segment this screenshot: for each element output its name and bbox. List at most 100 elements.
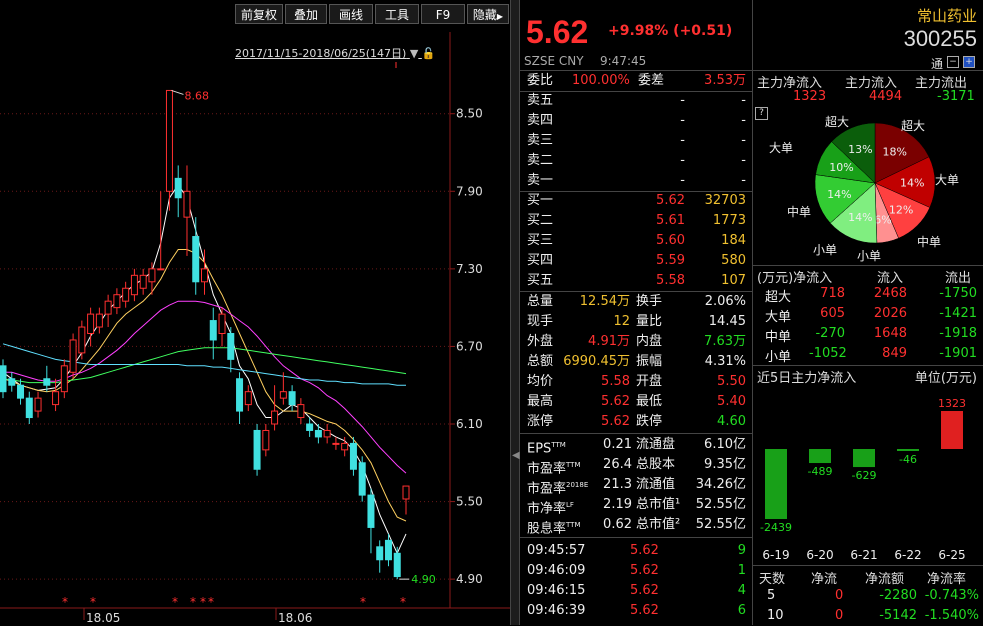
candle-body[interactable] bbox=[183, 190, 191, 218]
candle-body[interactable] bbox=[192, 236, 200, 283]
ask-row: 卖二 - - bbox=[520, 151, 752, 171]
candle-body[interactable] bbox=[78, 326, 86, 354]
pie-slice-label: 超大 bbox=[825, 114, 849, 129]
fundamental-row: EPSTTM 0.21 流通盘 6.10亿 bbox=[520, 435, 752, 456]
candle-body[interactable] bbox=[165, 89, 173, 192]
summary-days: 10 bbox=[767, 608, 784, 623]
event-star-marker[interactable]: * bbox=[90, 595, 96, 609]
candle-body[interactable] bbox=[139, 274, 147, 289]
order-type: 超大 bbox=[765, 290, 792, 305]
candle-body[interactable] bbox=[25, 397, 33, 419]
flow-table-row: 小单 -1052 849 -1901 bbox=[757, 346, 982, 365]
candle-body[interactable] bbox=[122, 287, 130, 302]
bid-row: 买五 5.58 107 bbox=[520, 271, 752, 291]
candle-body[interactable] bbox=[271, 410, 279, 425]
candle-body[interactable] bbox=[314, 429, 322, 438]
event-star-marker[interactable]: * bbox=[400, 595, 406, 609]
event-star-marker[interactable]: * bbox=[190, 595, 196, 609]
candle-body[interactable] bbox=[332, 442, 340, 445]
bid-price: 5.62 bbox=[656, 193, 685, 208]
candle-body[interactable] bbox=[227, 333, 235, 360]
panel-splitter[interactable]: ◀ bbox=[510, 0, 520, 625]
minus-icon[interactable]: − bbox=[947, 56, 959, 68]
bid-price: 5.61 bbox=[656, 213, 685, 228]
stat-label: 开盘 bbox=[636, 374, 663, 389]
candle-body[interactable] bbox=[244, 391, 252, 406]
candle-body[interactable] bbox=[157, 268, 165, 271]
candle-body[interactable] bbox=[52, 391, 60, 406]
summary-amount: -5142 bbox=[879, 608, 917, 623]
candle-body[interactable] bbox=[393, 552, 401, 578]
flow-table-row: 中单 -270 1648 -1918 bbox=[757, 326, 982, 345]
bid-price: 5.59 bbox=[656, 253, 685, 268]
bid-volume: 184 bbox=[721, 233, 746, 248]
candle-body[interactable] bbox=[113, 294, 121, 309]
candle-body[interactable] bbox=[297, 404, 305, 419]
stat-value: 2.06% bbox=[704, 294, 746, 309]
event-star-marker[interactable]: * bbox=[200, 595, 206, 609]
stat-row: 总量 12.54万 换手 2.06% bbox=[520, 292, 752, 312]
candle-body[interactable] bbox=[174, 177, 182, 199]
stock-name: 常山药业 bbox=[916, 7, 977, 25]
candle-body[interactable] bbox=[384, 539, 392, 561]
event-star-marker[interactable]: * bbox=[172, 595, 178, 609]
candle-body[interactable] bbox=[253, 429, 261, 470]
candle-body[interactable] bbox=[34, 397, 42, 412]
tong-label[interactable]: 通 bbox=[931, 55, 943, 72]
fundamental-value: 2.19 bbox=[603, 497, 632, 512]
candle-body[interactable] bbox=[218, 313, 226, 335]
summary-rate: -1.540% bbox=[924, 608, 979, 623]
candle-body[interactable] bbox=[60, 365, 68, 393]
candlestick-chart[interactable]: 8.50 7.90 7.30 6.70 6.10 5.50 4.90 18.05 18.06 8.… bbox=[0, 0, 510, 625]
candle-body[interactable] bbox=[17, 384, 25, 399]
summary-amount: -2280 bbox=[879, 588, 917, 603]
candle-body[interactable] bbox=[87, 313, 95, 335]
candle-body[interactable] bbox=[323, 429, 331, 438]
candle-body[interactable] bbox=[236, 378, 244, 412]
flow-header-row: 主力净流入 主力流入 主力流出 bbox=[757, 72, 983, 91]
bid-volume: 580 bbox=[721, 253, 746, 268]
candle-body[interactable] bbox=[349, 442, 357, 470]
candle-body[interactable] bbox=[402, 485, 410, 500]
flow-bar bbox=[853, 449, 875, 468]
event-star-marker[interactable]: * bbox=[62, 595, 68, 609]
flow-table-row: 大单 605 2026 -1421 bbox=[757, 306, 982, 325]
candle-body[interactable] bbox=[279, 391, 287, 399]
flow-bar bbox=[765, 449, 787, 519]
kline-chart-panel[interactable]: 前复权 叠加 画线 工具 F9 隐藏▶ 2017/11/15-2018/06/2… bbox=[0, 0, 510, 625]
candle-body[interactable] bbox=[358, 462, 366, 496]
collapse-arrow-icon[interactable]: ◀ bbox=[512, 450, 520, 461]
low-price-label: 4.90 bbox=[411, 573, 436, 586]
order-type: 小单 bbox=[765, 350, 792, 365]
candle-body[interactable] bbox=[288, 391, 296, 406]
candle-body[interactable] bbox=[209, 320, 217, 341]
candle-body[interactable] bbox=[306, 423, 314, 431]
candle-body[interactable] bbox=[130, 274, 138, 296]
bid-label: 买三 bbox=[527, 233, 554, 248]
fundamental-value: 34.26亿 bbox=[695, 477, 746, 492]
price-tick-label: 7.90 bbox=[456, 184, 483, 198]
candle-body[interactable] bbox=[95, 313, 103, 328]
candle-body[interactable] bbox=[367, 494, 375, 528]
candle-body[interactable] bbox=[148, 268, 156, 283]
tick-price: 5.62 bbox=[630, 583, 659, 598]
plus-icon[interactable]: + bbox=[963, 56, 975, 68]
stock-code: 300255 bbox=[903, 26, 977, 51]
stat-value: 4.91万 bbox=[588, 334, 630, 349]
candle-body[interactable] bbox=[69, 339, 77, 373]
candle-body[interactable] bbox=[341, 442, 349, 451]
event-star-marker[interactable]: * bbox=[360, 595, 366, 609]
pie-slice-label: 大单 bbox=[935, 173, 959, 187]
candle-body[interactable] bbox=[376, 546, 384, 561]
col-header: (万元)净流入 bbox=[757, 271, 833, 286]
candle-body[interactable] bbox=[104, 300, 112, 315]
stat-label: 内盘 bbox=[636, 334, 663, 349]
event-star-marker[interactable]: * bbox=[208, 595, 214, 609]
candle-body[interactable] bbox=[0, 365, 7, 393]
candle-body[interactable] bbox=[43, 378, 51, 386]
candle-body[interactable] bbox=[201, 268, 208, 283]
candle-body[interactable] bbox=[262, 429, 270, 451]
pie-slice-label: 中单 bbox=[787, 204, 811, 219]
candle-body[interactable] bbox=[8, 378, 16, 386]
tick-volume: 6 bbox=[737, 603, 746, 618]
